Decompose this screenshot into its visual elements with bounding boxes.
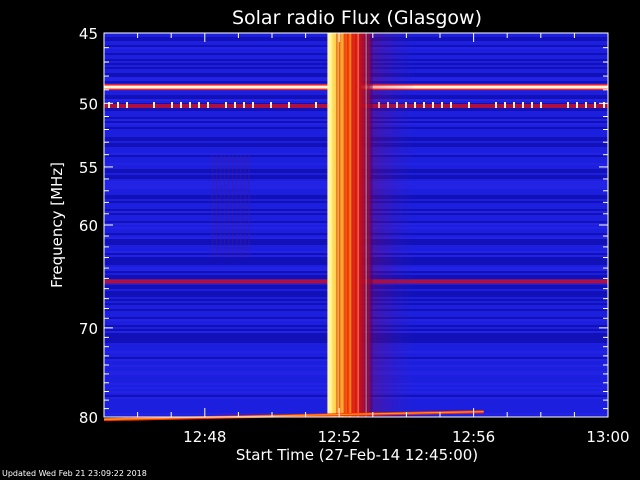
rfi-dot xyxy=(414,101,416,108)
burst-striation xyxy=(338,33,341,417)
rfi-dot xyxy=(207,101,209,108)
burst-striation xyxy=(336,33,338,417)
burst-striation xyxy=(365,33,367,417)
rfi-dot xyxy=(576,101,578,108)
striation xyxy=(231,154,234,258)
rfi-dot xyxy=(495,101,497,108)
striation xyxy=(239,154,242,258)
striation xyxy=(227,154,230,258)
x-tick-label: 12:52 xyxy=(318,428,361,446)
rfi-dot xyxy=(198,101,200,108)
y-tick-label: 50 xyxy=(79,95,98,113)
rfi-dot xyxy=(189,101,191,108)
rfi-dot xyxy=(117,101,119,108)
rfi-dot xyxy=(180,101,182,108)
rfi-dot xyxy=(423,101,425,108)
x-axis-label: Start Time (27-Feb-14 12:45:00) xyxy=(236,446,478,464)
rfi-dot xyxy=(252,101,254,108)
rfi-dot xyxy=(585,101,587,108)
rfi-dot xyxy=(468,101,470,108)
rfi-dot xyxy=(243,101,245,108)
chart-title: Solar radio Flux (Glasgow) xyxy=(232,7,482,29)
striation xyxy=(211,154,214,258)
burst-striation xyxy=(346,33,349,417)
x-tick-label: 13:00 xyxy=(586,428,629,446)
striation xyxy=(215,154,218,258)
rfi-dot xyxy=(522,101,524,108)
burst-striation xyxy=(341,33,343,417)
y-tick-label: 45 xyxy=(79,25,98,43)
rfi-dot xyxy=(432,101,434,108)
rfi-dot xyxy=(288,101,290,108)
rfi-dot xyxy=(567,101,569,108)
rfi-dot xyxy=(504,101,506,108)
y-axis-label: Frequency [MHz] xyxy=(48,162,66,288)
rfi-dot xyxy=(594,101,596,108)
y-tick-label: 55 xyxy=(79,159,98,177)
rfi-dot xyxy=(234,101,236,108)
striation xyxy=(219,154,222,258)
spectrogram-figure: Solar radio Flux (Glasgow) 12:48 12:52 12:… xyxy=(48,7,630,464)
y-tick-label: 80 xyxy=(79,409,98,427)
burst-core xyxy=(327,33,332,417)
striation xyxy=(247,154,250,258)
y-tick-label: 70 xyxy=(79,320,98,338)
burst-striation xyxy=(362,33,365,417)
x-tick-label: 12:56 xyxy=(452,428,495,446)
rfi-dot xyxy=(441,101,443,108)
burst-striation xyxy=(360,33,362,417)
burst-tail xyxy=(372,33,414,417)
burst-striation xyxy=(333,33,335,417)
burst-striation xyxy=(349,33,351,417)
burst-striation xyxy=(368,33,370,417)
rfi-dot xyxy=(225,101,227,108)
x-tick-label: 12:48 xyxy=(183,428,226,446)
burst-striation xyxy=(344,33,346,417)
striation xyxy=(223,154,226,258)
rfi-dot xyxy=(171,101,173,108)
striation xyxy=(243,154,246,258)
rfi-dot xyxy=(315,101,317,108)
rfi-dot xyxy=(153,101,155,108)
rfi-dot xyxy=(126,101,128,108)
rfi-dot xyxy=(531,101,533,108)
y-tick-label: 60 xyxy=(79,217,98,235)
burst-striation xyxy=(354,33,357,417)
burst-striation xyxy=(357,33,359,417)
rfi-dot xyxy=(513,101,515,108)
striation xyxy=(235,154,238,258)
rfi-dot xyxy=(540,101,542,108)
rfi-dot xyxy=(270,101,272,108)
burst-striation xyxy=(352,33,354,417)
rfi-dot xyxy=(450,101,452,108)
updated-timestamp: Updated Wed Feb 21 23:09:22 2018 xyxy=(2,469,147,478)
